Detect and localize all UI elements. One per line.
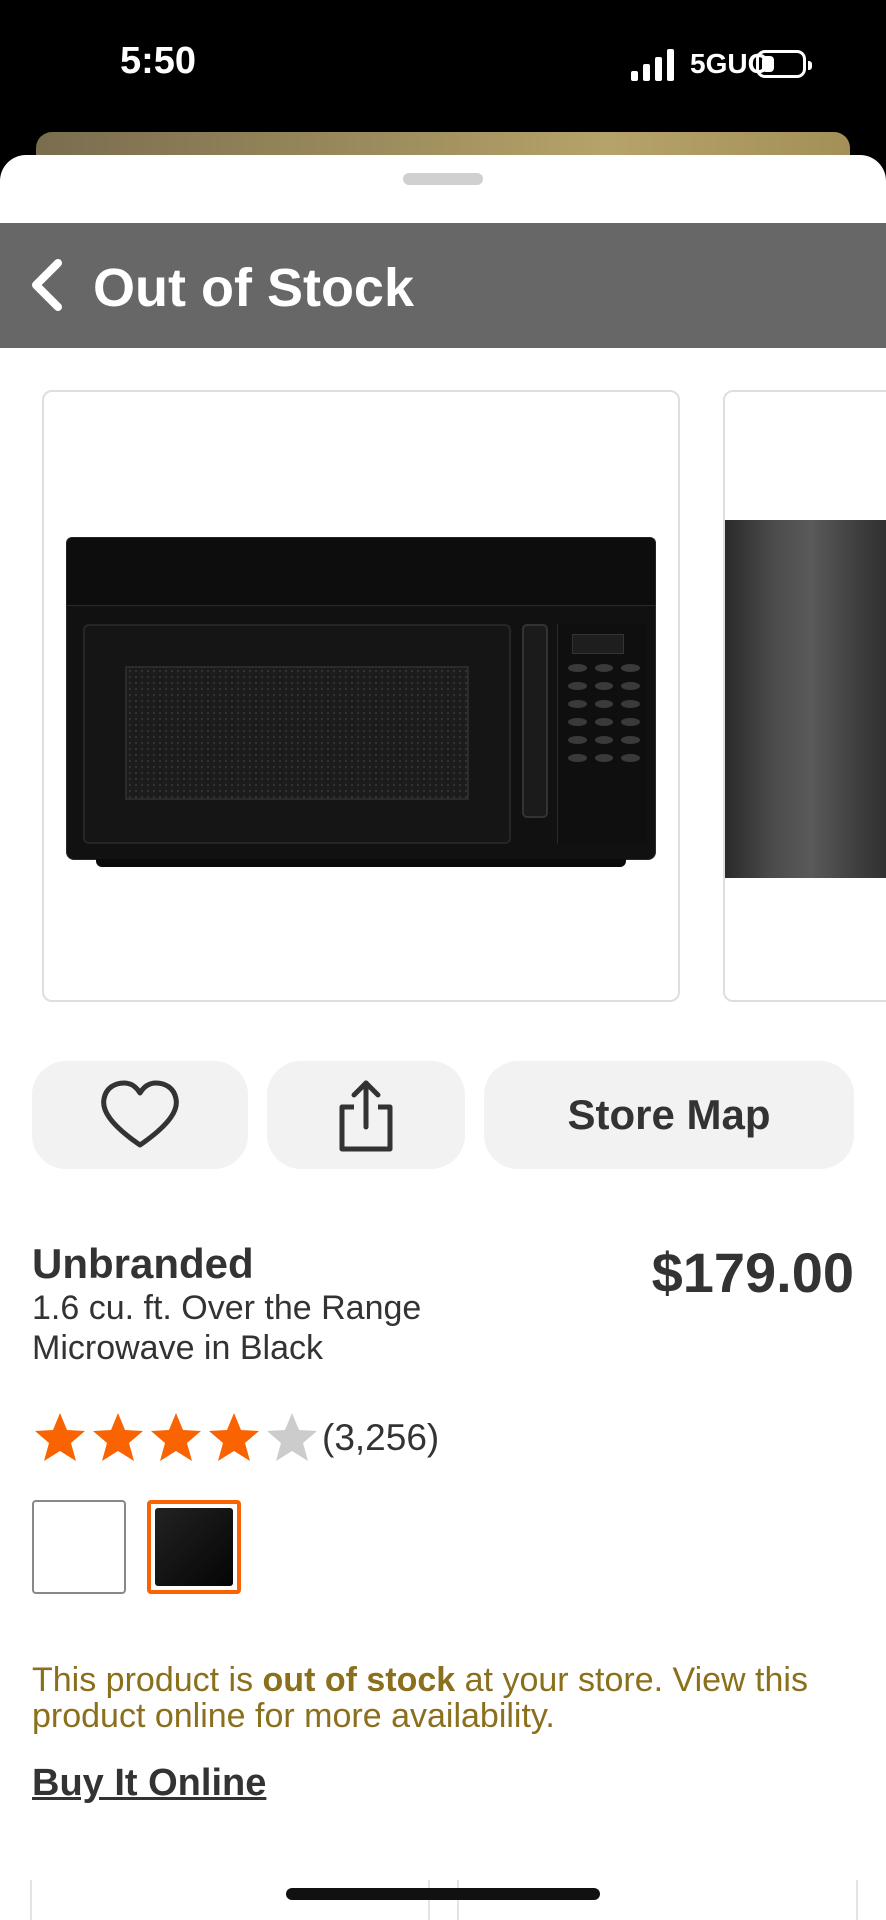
out-of-stock-emphasis: out of stock bbox=[262, 1661, 456, 1699]
store-map-label: Store Map bbox=[567, 1091, 771, 1138]
swatch-white[interactable] bbox=[32, 1500, 126, 1594]
card-divider-far bbox=[856, 1880, 858, 1920]
next-image-card[interactable] bbox=[723, 390, 886, 1002]
product-price: $179.00 bbox=[651, 1241, 854, 1304]
share-icon bbox=[339, 1080, 393, 1152]
favorite-button[interactable] bbox=[32, 1061, 248, 1169]
availability-message: This product is out of stock at your sto… bbox=[32, 1661, 808, 1735]
rating-stars[interactable] bbox=[32, 1410, 320, 1466]
header-bar: Out of Stock bbox=[0, 223, 886, 348]
status-time: 5:50 bbox=[120, 40, 197, 82]
star-empty-icon bbox=[267, 1413, 317, 1461]
status-bar: 5:50 5GUC bbox=[0, 0, 886, 132]
home-indicator[interactable] bbox=[286, 1888, 600, 1900]
star-filled-icon bbox=[151, 1413, 201, 1461]
review-count[interactable]: (3,256) bbox=[322, 1417, 439, 1459]
product-image bbox=[66, 537, 656, 867]
page-title: Out of Stock bbox=[93, 258, 414, 318]
buy-it-online-link[interactable]: Buy It Online bbox=[32, 1762, 266, 1805]
share-button[interactable] bbox=[267, 1061, 465, 1169]
signal-icon bbox=[631, 49, 674, 81]
star-filled-icon bbox=[209, 1413, 259, 1461]
battery-icon bbox=[756, 50, 812, 78]
swatch-black[interactable] bbox=[147, 1500, 241, 1594]
product-brand: Unbranded bbox=[32, 1240, 254, 1287]
card-divider-mid bbox=[428, 1880, 430, 1920]
sheet-grabber[interactable] bbox=[403, 173, 483, 185]
store-map-button[interactable]: Store Map bbox=[484, 1061, 854, 1169]
star-filled-icon bbox=[93, 1413, 143, 1461]
card-divider-right bbox=[457, 1880, 459, 1920]
product-image-card[interactable] bbox=[42, 390, 680, 1002]
product-title: 1.6 cu. ft. Over the Range Microwave in … bbox=[32, 1289, 422, 1367]
chevron-left-icon[interactable] bbox=[24, 253, 70, 317]
heart-icon bbox=[101, 1080, 179, 1148]
card-divider-left bbox=[30, 1880, 32, 1920]
star-filled-icon bbox=[35, 1413, 85, 1461]
product-image-next bbox=[725, 520, 886, 878]
product-sheet: Out of Stock bbox=[0, 155, 886, 1920]
